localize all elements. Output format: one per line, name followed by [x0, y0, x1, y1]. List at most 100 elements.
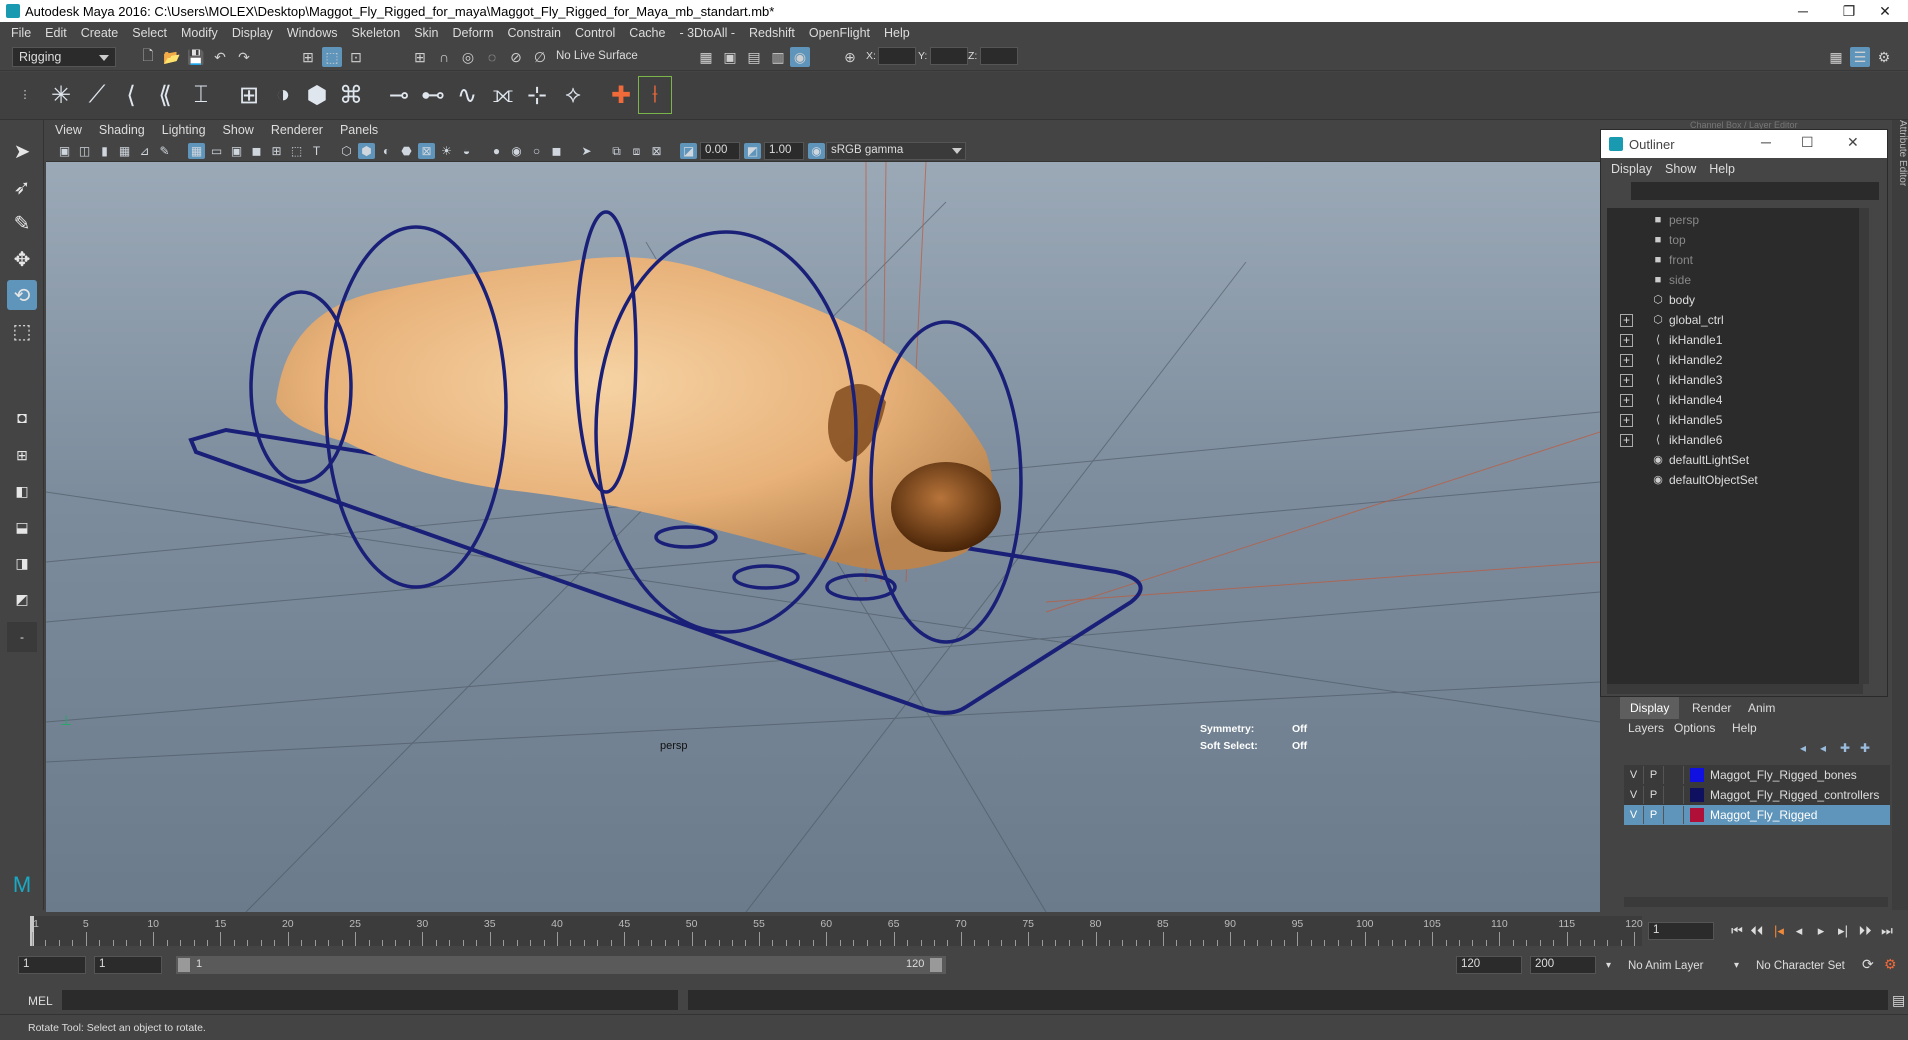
hypershade-icon[interactable]: ◉ [790, 47, 810, 67]
channel-box-toggle-icon[interactable]: ☰ [1850, 47, 1870, 67]
xray-icon[interactable]: ⧉ [608, 143, 625, 159]
skin-cluster-icon[interactable]: ⟡ [556, 76, 590, 114]
viewport-menu-show[interactable]: Show [223, 123, 254, 137]
lasso-tool-icon[interactable]: ➶ [7, 172, 37, 202]
minimize-button[interactable]: ─ [1780, 0, 1826, 22]
command-input[interactable] [62, 990, 678, 1010]
xray-components-icon[interactable]: ⊠ [648, 143, 665, 159]
layer-color-swatch[interactable] [1690, 808, 1704, 822]
layer-move-up-icon[interactable]: ◂ [1800, 741, 1806, 755]
xray-joints-icon[interactable]: ⧈ [628, 143, 645, 159]
four-view-icon[interactable]: ⊞ [7, 440, 37, 470]
film-gate-icon[interactable]: ▭ [208, 143, 225, 159]
resolution-gate-icon[interactable]: ▣ [228, 143, 245, 159]
step-back-frame-icon[interactable]: |◂ [1770, 922, 1788, 940]
outliner-item[interactable]: + ⟨ ikHandle2 [1607, 350, 1869, 370]
playback-end-field[interactable]: 120 [1456, 956, 1522, 974]
outliner-item[interactable]: + ⟨ ikHandle5 [1607, 410, 1869, 430]
menu-openflight[interactable]: OpenFlight [809, 26, 870, 40]
select-by-component-icon[interactable]: ⊡ [346, 47, 366, 67]
lattice-icon[interactable]: ⊞ [232, 76, 266, 114]
make-live-icon[interactable]: ∅ [530, 47, 550, 67]
expand-icon[interactable]: + [1620, 413, 1633, 427]
insert-joint-icon[interactable]: ⟋ [80, 76, 114, 114]
save-scene-icon[interactable]: 💾 [186, 47, 206, 67]
wire-deformer-icon[interactable]: ⌘ [334, 76, 368, 114]
outliner-scrollbar[interactable] [1859, 208, 1869, 684]
hypershade-layout-icon[interactable]: ◨ [7, 548, 37, 578]
layer-menu-layers[interactable]: Layers [1628, 721, 1664, 735]
camera-attributes-icon[interactable]: ◫ [76, 143, 93, 159]
anim-layer-chevron-icon[interactable]: ▾ [1606, 960, 1611, 971]
viewport-menu-shading[interactable]: Shading [99, 123, 145, 137]
exposure-field[interactable]: 0.00 [700, 142, 740, 160]
play-backward-icon[interactable]: ◂ [1790, 922, 1808, 940]
persp-outliner-layout-icon[interactable]: ◧ [7, 476, 37, 506]
current-frame-field[interactable]: 1 [1648, 922, 1714, 940]
menu-control[interactable]: Control [575, 26, 615, 40]
outliner-item[interactable]: + ⟨ ikHandle6 [1607, 430, 1869, 450]
layer-row[interactable]: V P Maggot_Fly_Rigged_controllers [1624, 785, 1890, 805]
new-layer-from-selected-icon[interactable]: ✚ [1860, 741, 1870, 755]
copy-weights-icon[interactable]: ⊹ [520, 76, 554, 114]
custom-layout-icon[interactable]: - [7, 622, 37, 652]
modeling-toolkit-icon[interactable]: ▦ [1826, 47, 1846, 67]
outliner-item[interactable]: ■ top [1607, 230, 1869, 250]
wrap-icon[interactable]: ◑ [266, 76, 300, 114]
range-slider[interactable]: 1 120 [176, 956, 946, 974]
exposure-icon[interactable]: ◪ [680, 143, 697, 159]
outliner-item[interactable]: ■ persp [1607, 210, 1869, 230]
perspective-viewport[interactable]: persp Symmetry: Off Soft Select: Off ⊥ [46, 162, 1600, 912]
new-scene-icon[interactable]: 🗋 [138, 47, 158, 67]
cluster-icon[interactable]: ⌶ [184, 76, 218, 114]
outliner-horizontal-scrollbar[interactable] [1607, 684, 1863, 694]
uv-layout-icon[interactable]: ◩ [7, 584, 37, 614]
script-language-toggle[interactable]: MEL [28, 994, 53, 1008]
safe-action-icon[interactable]: ⬚ [288, 143, 305, 159]
gate-mask-icon[interactable]: ◼ [248, 143, 265, 159]
outliner-menu-display[interactable]: Display [1611, 162, 1652, 176]
layer-color-swatch[interactable] [1690, 788, 1704, 802]
move-tool-icon[interactable]: ✥ [7, 244, 37, 274]
close-button[interactable]: ✕ [1862, 0, 1908, 22]
outliner-menu-show[interactable]: Show [1665, 162, 1696, 176]
mirror-weights-icon[interactable]: ⟗ [486, 76, 520, 114]
scale-tool-icon[interactable]: ⬚ [7, 316, 37, 346]
textured-icon[interactable]: ⊠ [418, 143, 435, 159]
menu-display[interactable]: Display [232, 26, 273, 40]
outliner-menu-help[interactable]: Help [1709, 162, 1735, 176]
safe-title-icon[interactable]: T [308, 143, 325, 159]
menu-cache[interactable]: Cache [629, 26, 665, 40]
render-current-icon[interactable]: ▣ [720, 47, 740, 67]
snap-point-icon[interactable]: ◎ [458, 47, 478, 67]
layer-color-swatch[interactable] [1690, 768, 1704, 782]
layer-menu-help[interactable]: Help [1732, 721, 1757, 735]
outliner-item[interactable]: ◉ defaultObjectSet [1607, 470, 1869, 490]
outliner-search-input[interactable] [1631, 182, 1879, 200]
ik-spline-tool-icon[interactable]: ⟪ [148, 76, 182, 114]
snap-grid-icon[interactable]: ⊞ [410, 47, 430, 67]
menu-3dtoall[interactable]: - 3DtoAll - [679, 26, 735, 40]
time-ruler[interactable]: 1 5 10 15 20 25 30 35 40 45 50 55 60 65 70 75 80 85 90 95 10… [30, 916, 1643, 946]
play-forward-icon[interactable]: ▸ [1812, 922, 1830, 940]
menu-edit[interactable]: Edit [45, 26, 67, 40]
smooth-bind-icon[interactable]: ⊸ [382, 76, 416, 114]
image-plane-icon[interactable]: ▦ [116, 143, 133, 159]
menu-constrain[interactable]: Constrain [508, 26, 562, 40]
select-tool-icon[interactable]: ➤ [7, 136, 37, 166]
interactive-bind-icon[interactable]: ⊷ [416, 76, 450, 114]
attribute-editor-strip[interactable]: Attribute Editor [1892, 120, 1908, 910]
layer-scrollbar[interactable] [1624, 897, 1888, 907]
select-camera-icon[interactable]: ▣ [56, 143, 73, 159]
expand-icon[interactable]: + [1620, 333, 1633, 347]
outliner-item[interactable]: + ⟨ ikHandle3 [1607, 370, 1869, 390]
outliner-item[interactable]: ■ front [1607, 250, 1869, 270]
persp-graph-layout-icon[interactable]: ⬓ [7, 512, 37, 542]
open-scene-icon[interactable]: 📂 [162, 47, 182, 67]
expand-icon[interactable]: + [1620, 393, 1633, 407]
animation-end-field[interactable]: 200 [1530, 956, 1596, 974]
menu-deform[interactable]: Deform [453, 26, 494, 40]
isolate-select-icon[interactable]: ➤ [578, 143, 595, 159]
auto-key-icon[interactable]: ⟳ [1862, 956, 1874, 973]
outliner-item[interactable]: ⬡ body [1607, 290, 1869, 310]
